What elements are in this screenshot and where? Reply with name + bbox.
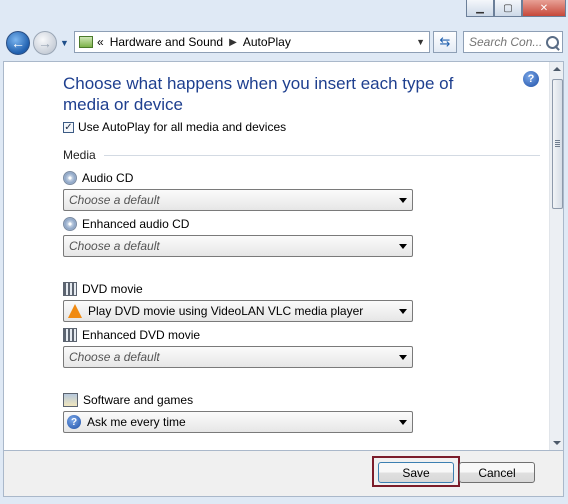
dropdown-arrow-icon [399, 243, 407, 249]
media-item-label: DVD movie [82, 282, 143, 296]
address-bar[interactable]: « Hardware and Sound ▶ AutoPlay ▼ [74, 31, 430, 53]
search-box[interactable] [463, 31, 563, 53]
media-item-enhanced-audio-cd: Enhanced audio CD Choose a default [63, 216, 415, 257]
navigation-toolbar: ← → ▼ « Hardware and Sound ▶ AutoPlay ▼ … [0, 26, 568, 60]
search-input[interactable] [469, 35, 543, 49]
back-arrow-icon: ← [11, 35, 25, 51]
back-button[interactable]: ← [6, 31, 30, 55]
search-icon[interactable] [546, 35, 559, 49]
cancel-button[interactable]: Cancel [459, 462, 535, 483]
dropdown-value: Play DVD movie using VideoLAN VLC media … [88, 304, 364, 318]
autoplay-option[interactable]: ✓ Use AutoPlay for all media and devices [63, 120, 286, 134]
forward-button[interactable]: → [33, 31, 57, 55]
software-games-icon [63, 393, 78, 407]
media-item-label: Software and games [83, 393, 194, 407]
forward-arrow-icon: → [38, 35, 52, 51]
autoplay-settings-panel: ? Choose what happens when you insert ea… [3, 61, 564, 451]
vlc-icon [68, 304, 82, 318]
software-and-games-dropdown[interactable]: ? Ask me every time [63, 411, 413, 433]
autoplay-checkbox[interactable]: ✓ [63, 121, 74, 133]
enhanced-audio-cd-dropdown[interactable]: Choose a default [63, 235, 413, 257]
media-item-software-and-games: Software and games ? Ask me every time [63, 392, 415, 433]
dropdown-arrow-icon [399, 419, 407, 425]
audio-cd-icon [63, 171, 77, 185]
enhanced-dvd-icon [63, 328, 77, 342]
media-item-dvd-movie: DVD movie Play DVD movie using VideoLAN … [63, 281, 415, 322]
dropdown-arrow-icon [399, 354, 407, 360]
dialog-footer: Save Cancel [3, 451, 564, 497]
scroll-down-arrow-icon[interactable] [553, 441, 561, 445]
page-title: Choose what happens when you insert each… [63, 74, 454, 114]
scrollbar-thumb[interactable] [552, 79, 563, 209]
media-item-label: Enhanced DVD movie [82, 328, 201, 342]
media-item-audio-cd: Audio CD Choose a default [63, 170, 415, 211]
breadcrumb-overflow[interactable]: « [97, 35, 104, 49]
media-section-heading: Media [63, 148, 96, 162]
dropdown-value: Choose a default [69, 193, 160, 207]
scrollbar-grip-icon [555, 140, 560, 147]
section-divider [104, 155, 540, 156]
breadcrumb: « Hardware and Sound ▶ AutoPlay [97, 35, 291, 49]
maximize-button[interactable]: ▢ [494, 0, 522, 17]
breadcrumb-hardware-and-sound[interactable]: Hardware and Sound [110, 35, 223, 49]
save-button[interactable]: Save [378, 462, 454, 483]
dropdown-arrow-icon [399, 197, 407, 203]
enhanced-audio-cd-icon [63, 217, 77, 231]
scroll-up-arrow-icon[interactable] [553, 67, 561, 71]
refresh-button[interactable]: ⇆ [433, 31, 457, 53]
dropdown-value: Ask me every time [87, 415, 186, 429]
dvd-movie-dropdown[interactable]: Play DVD movie using VideoLAN VLC media … [63, 300, 413, 322]
enhanced-dvd-movie-dropdown[interactable]: Choose a default [63, 346, 413, 368]
audio-cd-dropdown[interactable]: Choose a default [63, 189, 413, 211]
vertical-scrollbar[interactable] [549, 62, 563, 450]
media-item-label: Audio CD [82, 171, 134, 185]
breadcrumb-separator-icon[interactable]: ▶ [229, 37, 237, 48]
dropdown-arrow-icon [399, 308, 407, 314]
window-caption-buttons: ▁ ▢ ✕ [466, 0, 566, 18]
help-icon[interactable]: ? [523, 71, 539, 87]
breadcrumb-autoplay[interactable]: AutoPlay [243, 35, 291, 49]
media-item-enhanced-dvd-movie: Enhanced DVD movie Choose a default [63, 327, 415, 368]
dropdown-value: Choose a default [69, 239, 160, 253]
close-button[interactable]: ✕ [522, 0, 566, 17]
recent-pages-dropdown-icon[interactable]: ▼ [60, 38, 69, 48]
ask-icon: ? [67, 415, 81, 429]
autoplay-checkbox-label[interactable]: Use AutoPlay for all media and devices [78, 120, 286, 134]
refresh-icon: ⇆ [439, 34, 451, 49]
media-item-label: Enhanced audio CD [82, 217, 190, 231]
dvd-movie-icon [63, 282, 77, 296]
dropdown-value: Choose a default [69, 350, 160, 364]
minimize-button[interactable]: ▁ [466, 0, 494, 17]
address-dropdown-icon[interactable]: ▼ [416, 37, 425, 47]
control-panel-icon [79, 36, 93, 48]
